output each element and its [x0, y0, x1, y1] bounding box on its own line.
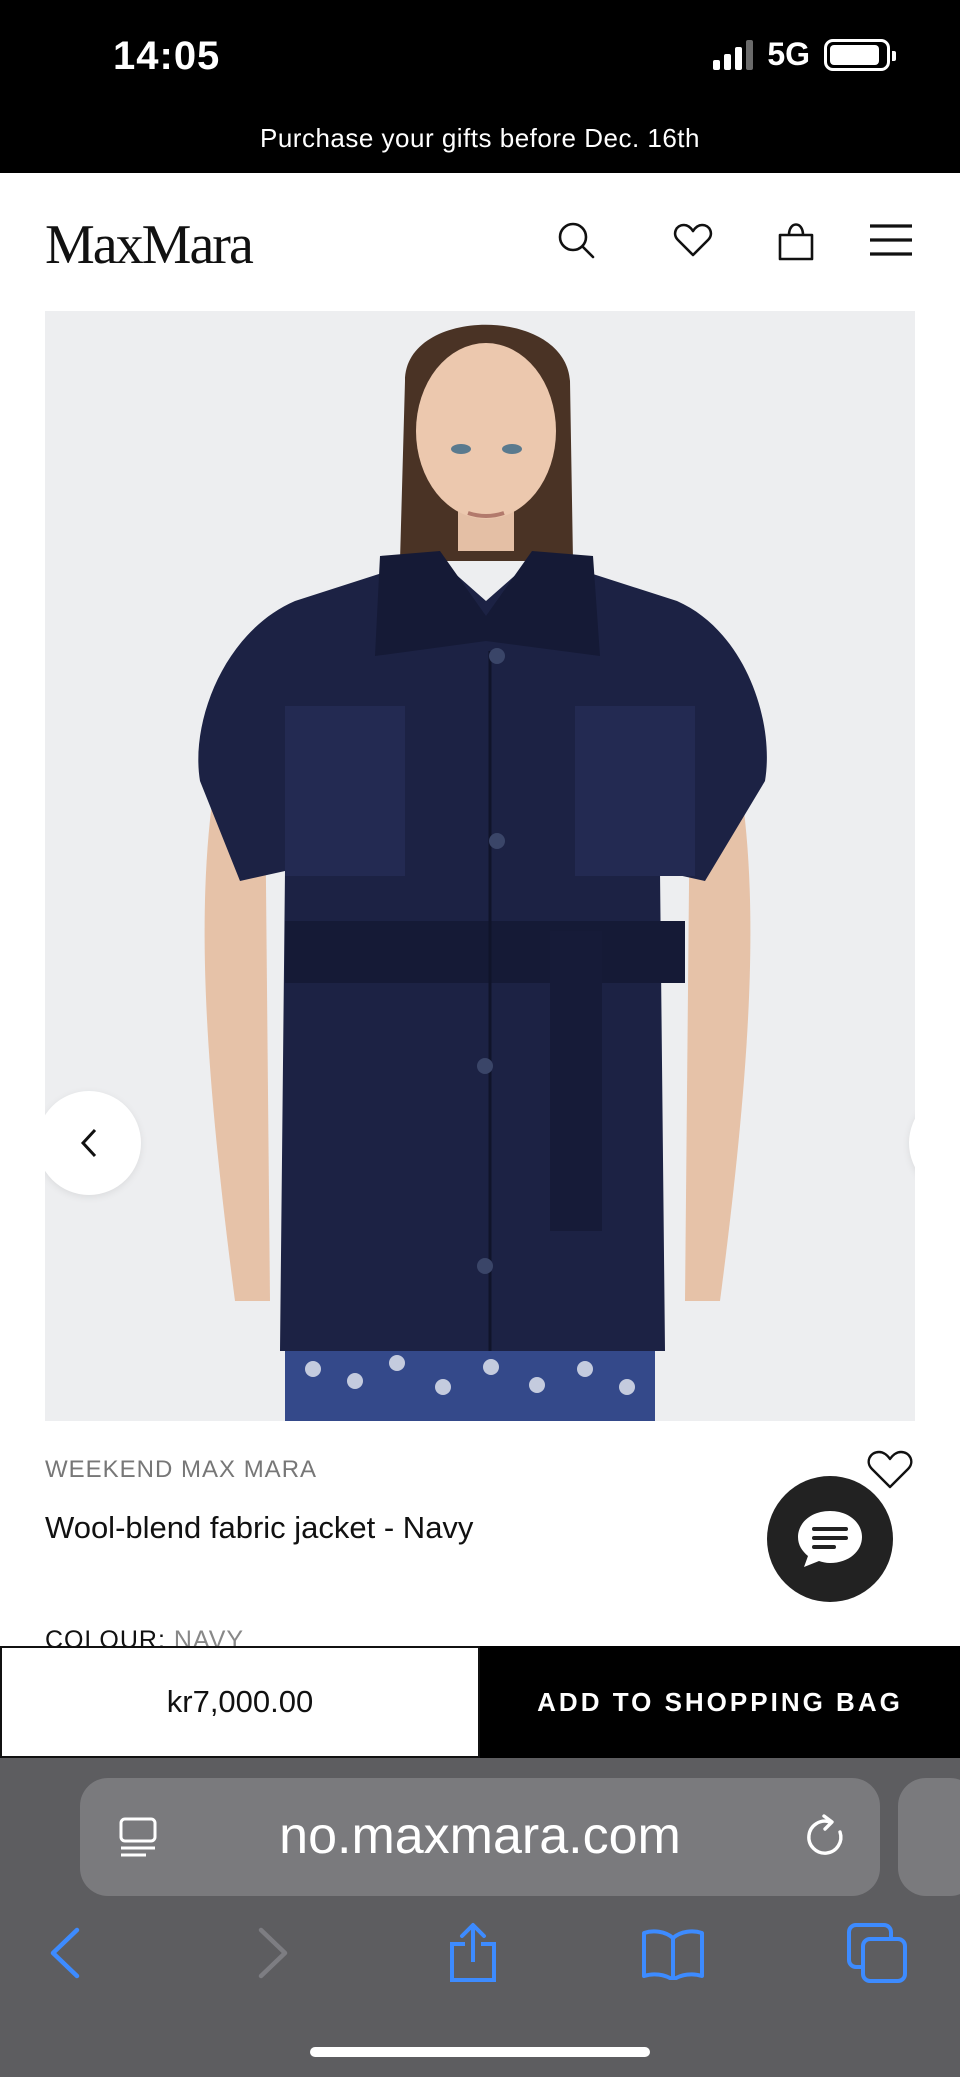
network-label: 5G [767, 36, 810, 72]
purchase-bar: kr7,000.00 ADD TO SHOPPING BAG [0, 1646, 960, 1758]
colour-value: NAVY [173, 1626, 245, 1646]
url-text[interactable]: no.maxmara.com [80, 1806, 880, 1866]
heart-icon[interactable] [670, 217, 716, 263]
brand-logo[interactable]: MaxMara [45, 213, 254, 277]
shopping-bag-icon[interactable] [773, 217, 819, 263]
product-price: kr7,000.00 [0, 1646, 480, 1758]
product-photo [45, 311, 915, 1421]
tabs-icon[interactable] [842, 1918, 912, 1988]
chat-support-button[interactable] [767, 1476, 893, 1602]
site-header: MaxMara [0, 173, 960, 311]
forward-icon[interactable] [238, 1918, 308, 1988]
status-time: 14:05 [113, 34, 221, 78]
promo-banner[interactable]: Purchase your gifts before Dec. 16th [0, 116, 960, 173]
product-title: Wool-blend fabric jacket - Navy [45, 1510, 474, 1545]
status-indicators: 5G [713, 36, 896, 73]
reload-icon[interactable] [802, 1812, 850, 1867]
address-bar[interactable]: no.maxmara.com [80, 1778, 880, 1896]
bookmarks-icon[interactable] [638, 1918, 708, 1988]
product-image-gallery[interactable] [45, 311, 915, 1421]
chevron-left-icon [80, 1128, 97, 1158]
battery-icon [824, 38, 896, 71]
menu-icon[interactable] [868, 217, 914, 263]
back-icon[interactable] [30, 1918, 100, 1988]
colour-selection-label: COLOUR: NAVY [45, 1626, 244, 1646]
home-indicator[interactable] [310, 2047, 650, 2057]
share-icon[interactable] [438, 1918, 508, 1988]
search-icon[interactable] [553, 217, 599, 263]
signal-icon [713, 39, 754, 70]
status-bar: 14:05 5G [0, 0, 960, 116]
colour-label: COLOUR: [45, 1626, 166, 1646]
product-brand: WEEKEND MAX MARA [45, 1456, 318, 1483]
next-tab-preview[interactable] [898, 1778, 960, 1896]
add-to-shopping-bag-button[interactable]: ADD TO SHOPPING BAG [480, 1646, 960, 1758]
browser-toolbar: no.maxmara.com [0, 1758, 960, 2077]
add-to-wishlist-heart-icon[interactable] [866, 1449, 916, 1495]
chat-icon [798, 1511, 862, 1567]
